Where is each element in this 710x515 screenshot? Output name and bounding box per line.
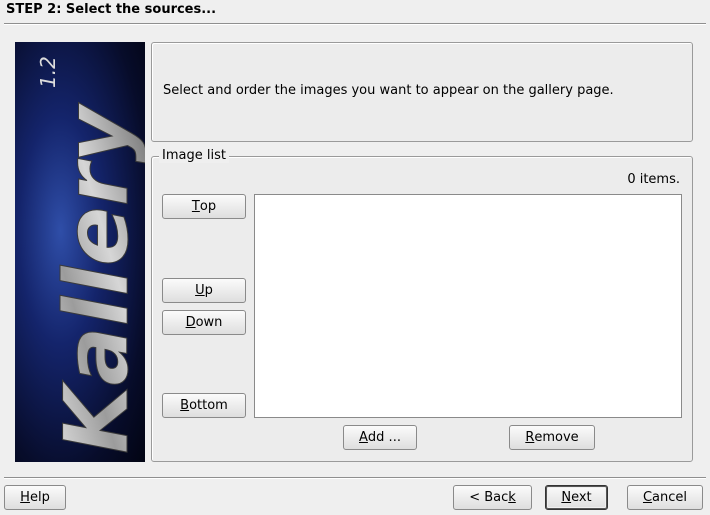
back-prefix: <: [469, 490, 485, 505]
kallery-wordmark: Kallery: [45, 102, 145, 454]
help-button[interactable]: Help: [4, 485, 66, 510]
move-down-mnemonic: D: [185, 315, 196, 330]
back-button[interactable]: < Bac k: [453, 485, 532, 510]
wizard-step-title: STEP 2: Select the sources...: [6, 2, 217, 17]
header-divider: [4, 23, 706, 25]
next-mnemonic: N: [561, 490, 572, 505]
add-button[interactable]: Add ...: [343, 425, 417, 450]
intro-text: Select and order the images you want to …: [163, 83, 614, 98]
help-label: elp: [29, 490, 50, 505]
back-label: Bac: [484, 490, 509, 505]
cancel-mnemonic: C: [642, 490, 653, 505]
image-listbox[interactable]: [254, 194, 682, 418]
kallery-banner: 1.2 Kallery: [15, 42, 145, 462]
next-button[interactable]: Next: [545, 485, 608, 510]
move-up-button[interactable]: Up: [162, 278, 246, 303]
move-bottom-mnemonic: B: [180, 398, 190, 413]
move-up-mnemonic: U: [195, 283, 205, 298]
kallery-logo: 1.2 Kallery: [36, 56, 145, 454]
move-down-label: own: [195, 315, 223, 330]
footer-divider: [4, 477, 706, 479]
next-label: ext: [571, 490, 592, 505]
move-bottom-label: ottom: [189, 398, 228, 413]
remove-mnemonic: R: [525, 430, 535, 445]
move-top-label: op: [199, 199, 217, 214]
back-mnemonic: k: [508, 490, 516, 505]
version-label: 1.2: [36, 56, 60, 88]
move-bottom-button[interactable]: Bottom: [162, 393, 246, 418]
move-top-button[interactable]: Top: [162, 194, 246, 219]
move-up-label: p: [204, 283, 213, 298]
cancel-button[interactable]: Cancel: [627, 485, 703, 510]
cancel-label: ancel: [652, 490, 688, 505]
add-mnemonic: A: [359, 430, 368, 445]
remove-label: emove: [534, 430, 579, 445]
move-down-button[interactable]: Down: [162, 310, 246, 335]
move-top-mnemonic: T: [191, 199, 200, 214]
item-count: 0 items.: [627, 172, 680, 187]
help-mnemonic: H: [20, 490, 30, 505]
image-list-legend: Image list: [159, 148, 229, 163]
add-label: dd ...: [367, 430, 401, 445]
remove-button[interactable]: Remove: [509, 425, 595, 450]
